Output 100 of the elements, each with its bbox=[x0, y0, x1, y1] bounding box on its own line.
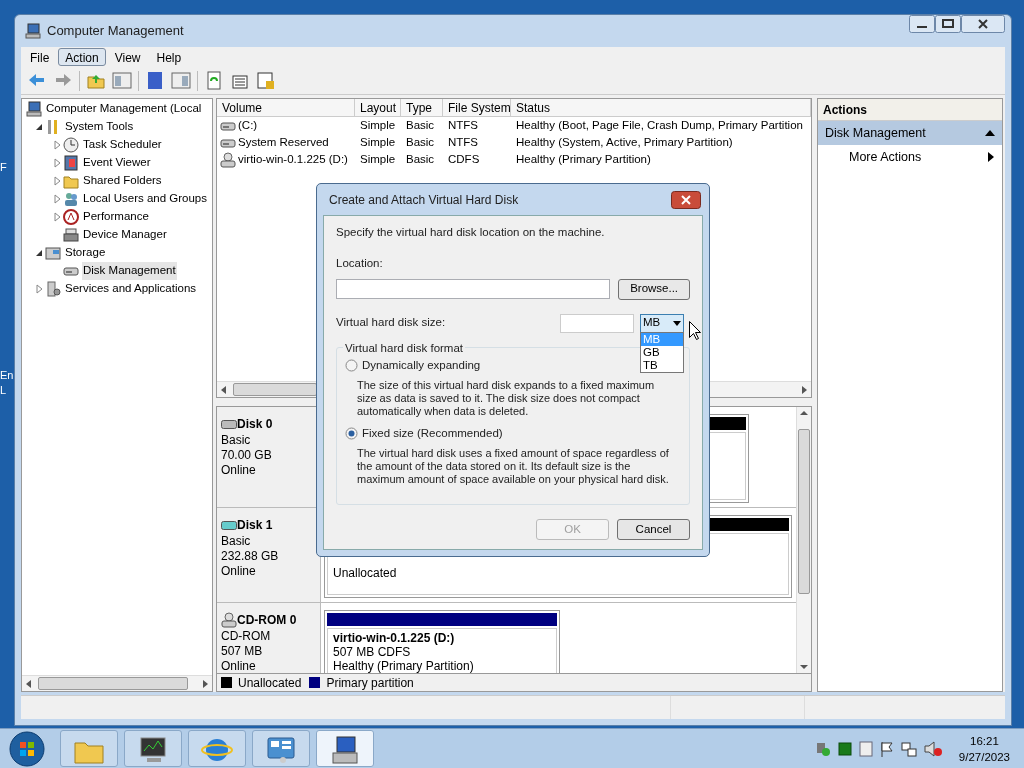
menu-item[interactable]: Action bbox=[58, 48, 106, 66]
taskbar-button[interactable] bbox=[252, 730, 310, 767]
partition-text: 507 MB CDFS bbox=[333, 645, 412, 659]
disk-name: Disk 0 bbox=[237, 416, 273, 433]
table-cell-text: Basic bbox=[406, 117, 435, 133]
disk-name: Disk 1 bbox=[237, 517, 273, 534]
field-label: Location: bbox=[336, 256, 384, 272]
disk-info-text: Basic bbox=[221, 433, 252, 448]
close-button[interactable] bbox=[961, 15, 1005, 33]
users-icon bbox=[63, 191, 79, 207]
dialog-title: Create and Attach Virtual Hard Disk bbox=[329, 191, 519, 209]
column-header[interactable]: Layout bbox=[355, 99, 401, 116]
menu-item[interactable]: Help bbox=[149, 48, 189, 66]
tree-item[interactable]: Performance bbox=[82, 208, 150, 226]
table-cell-text: Basic bbox=[406, 151, 435, 167]
desktop-icon-label: L bbox=[0, 385, 7, 396]
collapse-arrow-icon[interactable] bbox=[34, 248, 44, 258]
column-header[interactable]: File System bbox=[443, 99, 511, 116]
disk-info-text: Online bbox=[221, 659, 257, 673]
dialog-button[interactable]: Cancel bbox=[617, 519, 690, 540]
actions-section-header[interactable]: Disk Management bbox=[818, 121, 1002, 145]
partition-text: Unallocated bbox=[333, 566, 398, 580]
status-square-icon[interactable] bbox=[837, 741, 852, 756]
desktop-icon-label: F bbox=[0, 162, 7, 173]
expand-arrow-icon[interactable] bbox=[52, 194, 62, 204]
table-cell-text: (C:) bbox=[238, 117, 258, 133]
tree-item[interactable]: Storage bbox=[64, 244, 107, 262]
table-cell-text: System Reserved bbox=[238, 134, 329, 150]
radio-button[interactable] bbox=[345, 358, 358, 372]
tree-item[interactable]: Services and Applications bbox=[64, 280, 198, 298]
maximize-button[interactable] bbox=[935, 15, 961, 33]
browse-button[interactable]: Browse... bbox=[618, 278, 690, 300]
column-header[interactable]: Type bbox=[401, 99, 443, 116]
action-item[interactable]: More Actions bbox=[818, 145, 1002, 169]
pane-header: Actions bbox=[818, 99, 1002, 121]
server-icon bbox=[45, 281, 61, 297]
tree-item[interactable]: Device Manager bbox=[82, 226, 168, 244]
expand-arrow-icon[interactable] bbox=[52, 212, 62, 222]
cd-drive-icon bbox=[220, 151, 236, 168]
legend-label: Primary partition bbox=[326, 674, 414, 692]
mouse-pointer-icon bbox=[689, 321, 701, 340]
scroll-thumb[interactable] bbox=[233, 383, 317, 396]
speaker-muted-icon[interactable] bbox=[923, 740, 942, 757]
description-text: The virtual hard disk uses a fixed amount of space regardless of the amount of the data stored on it. Its default size is the maximum amount of space available on your physical hard disk. bbox=[357, 447, 670, 486]
disk-info-text: CD-ROM bbox=[221, 629, 272, 644]
radio-button-selected[interactable] bbox=[345, 426, 358, 440]
pane-toggle-icon[interactable] bbox=[171, 71, 191, 90]
network-icon[interactable] bbox=[900, 740, 917, 757]
gauge-icon bbox=[63, 209, 79, 225]
disk-name: CD-ROM 0 bbox=[237, 612, 297, 629]
tree-item[interactable]: Computer Management (Local bbox=[45, 100, 203, 118]
table-cell-text: Healthy (Primary Partition) bbox=[516, 151, 651, 167]
document-icon[interactable] bbox=[858, 740, 873, 757]
dropdown-arrow-icon[interactable] bbox=[673, 320, 681, 326]
column-header[interactable]: Volume bbox=[217, 99, 355, 116]
dropdown-option[interactable]: TB bbox=[641, 358, 683, 372]
tree-item[interactable]: Event Viewer bbox=[82, 154, 152, 172]
export-list-icon[interactable] bbox=[256, 71, 276, 90]
vertical-scrollbar[interactable] bbox=[796, 407, 811, 673]
size-field[interactable] bbox=[560, 313, 634, 333]
menu-item[interactable]: View bbox=[107, 48, 148, 66]
flag-icon[interactable] bbox=[879, 740, 894, 757]
dropdown-option[interactable]: GB bbox=[641, 345, 683, 359]
collapse-arrow-icon[interactable] bbox=[34, 122, 44, 132]
computer-icon bbox=[25, 23, 41, 39]
collapse-arrow-icon[interactable] bbox=[985, 129, 995, 137]
scroll-thumb[interactable] bbox=[38, 677, 188, 690]
clock-date[interactable]: 9/27/2023 bbox=[958, 748, 1010, 765]
radio-label[interactable]: Fixed size (Recommended) bbox=[362, 424, 503, 442]
table-cell-text: Basic bbox=[406, 134, 435, 150]
expand-arrow-icon[interactable] bbox=[52, 140, 62, 150]
minimize-button[interactable] bbox=[909, 15, 935, 33]
expand-arrow-icon[interactable] bbox=[52, 176, 62, 186]
disk-info-text: Online bbox=[221, 564, 257, 579]
tree-item[interactable]: Task Scheduler bbox=[82, 136, 163, 154]
column-header[interactable]: Status bbox=[511, 99, 811, 116]
disk-info-text: Basic bbox=[221, 534, 252, 549]
radio-label[interactable]: Dynamically expanding bbox=[362, 356, 481, 374]
table-cell-text: virtio-win-0.1.225 (D:) bbox=[238, 151, 348, 167]
disk-info-text: 507 MB bbox=[221, 644, 264, 659]
tree-item[interactable]: Local Users and Groups bbox=[82, 190, 208, 208]
disk-info-text: 70.00 GB bbox=[221, 448, 273, 463]
tree-item[interactable]: Shared Folders bbox=[82, 172, 163, 190]
table-cell-text: Healthy (Boot, Page File, Crash Dump, Primary Partition bbox=[516, 117, 803, 133]
location-field[interactable] bbox=[336, 279, 611, 299]
tree-item[interactable]: System Tools bbox=[64, 118, 135, 136]
taskbar-button[interactable] bbox=[124, 730, 182, 767]
close-button[interactable] bbox=[671, 190, 701, 209]
horizontal-scrollbar[interactable] bbox=[22, 675, 212, 691]
computer-icon bbox=[26, 101, 42, 117]
taskbar-button[interactable] bbox=[316, 730, 374, 767]
tree-item[interactable]: Disk Management bbox=[82, 262, 177, 280]
clock-time[interactable]: 16:21 bbox=[970, 732, 999, 749]
menu-item[interactable]: File bbox=[23, 48, 57, 66]
pane-toggle-icon[interactable] bbox=[112, 71, 132, 90]
expand-arrow-icon[interactable] bbox=[52, 158, 62, 168]
expand-arrow-icon[interactable] bbox=[34, 284, 44, 294]
scroll-thumb[interactable] bbox=[798, 429, 810, 594]
table-cell-text: NTFS bbox=[448, 134, 479, 150]
start-button[interactable] bbox=[7, 729, 47, 768]
